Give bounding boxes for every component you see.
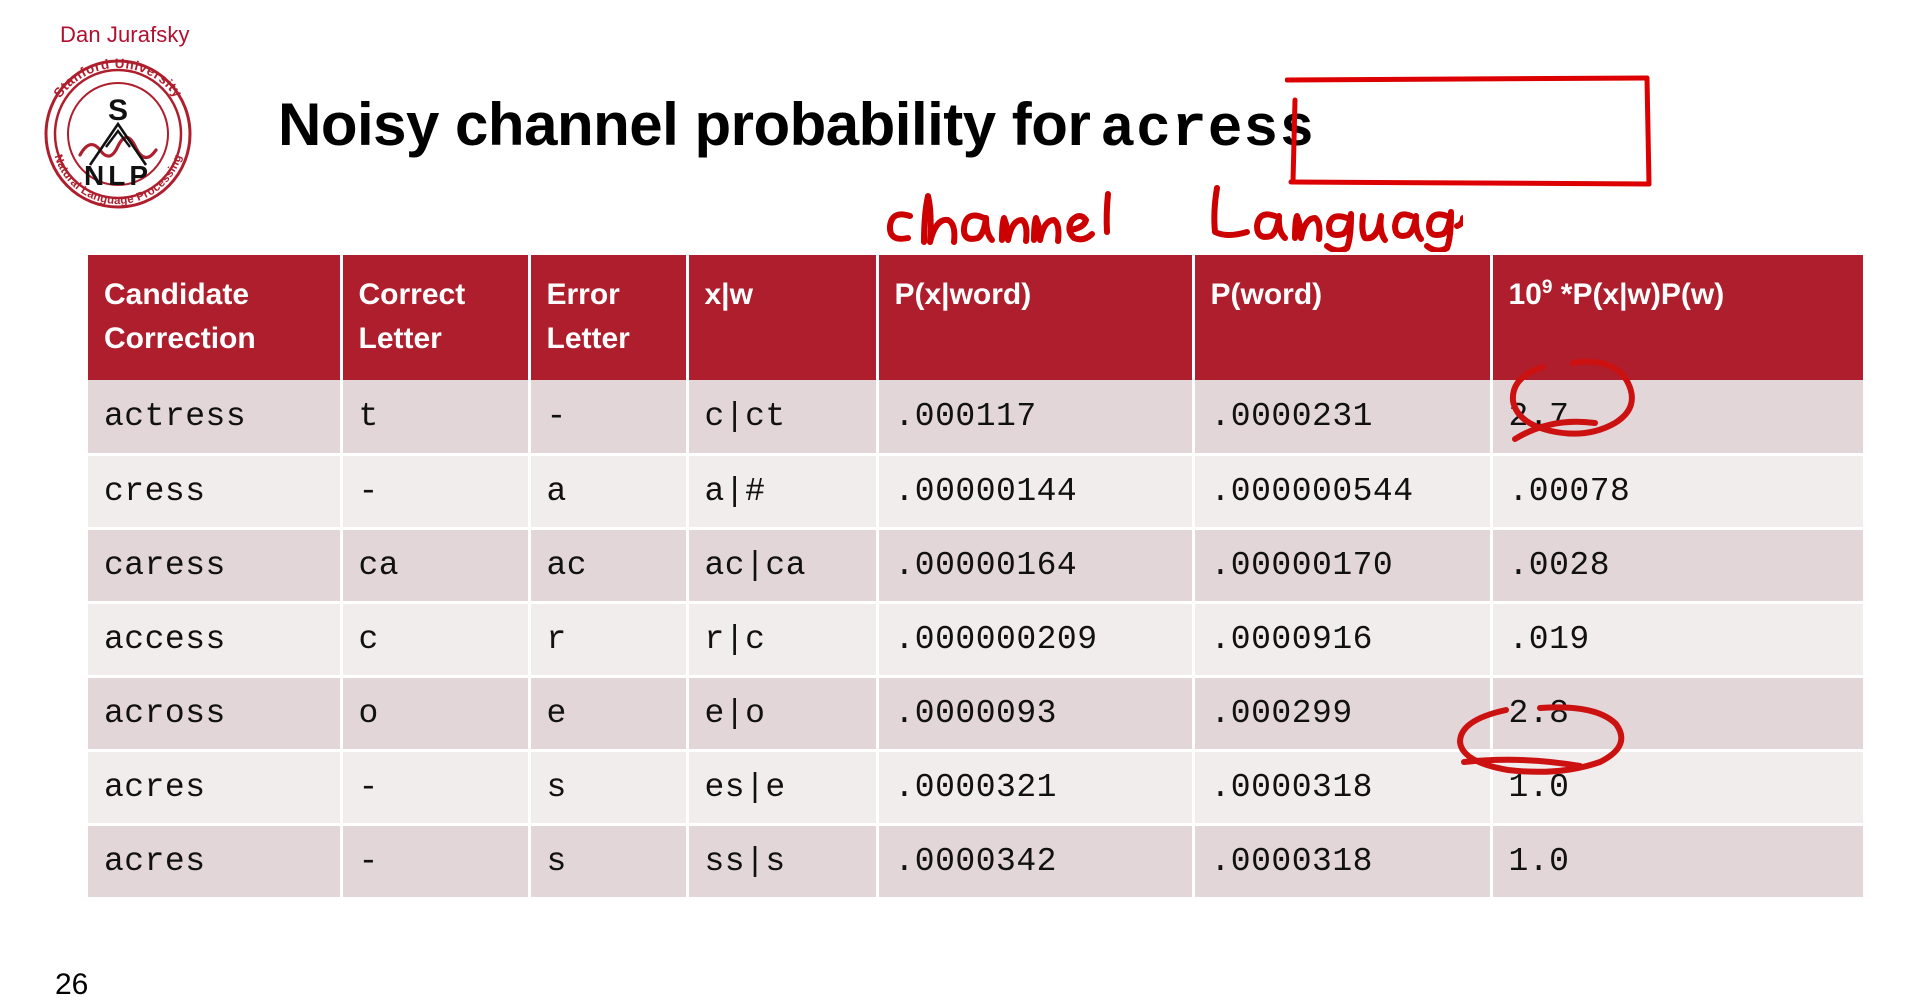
cell-score: .00078 — [1491, 454, 1863, 528]
page-title-prefix: Noisy channel probability for — [278, 91, 1091, 158]
cell-p-word: .000299 — [1193, 676, 1493, 750]
cell-correct-letter: - — [341, 454, 531, 528]
table-row: caress ca ac ac|ca .00000164 .00000170 .… — [88, 528, 1863, 602]
cell-p-word: .0000916 — [1193, 602, 1493, 676]
cell-xw: es|e — [687, 750, 879, 824]
cell-candidate: acres — [88, 750, 343, 824]
column-header-correct-letter: Correct Letter — [341, 255, 531, 380]
acress-box-annotation — [1284, 72, 1653, 188]
cell-correct-letter: t — [341, 380, 531, 454]
cell-xw: a|# — [687, 454, 879, 528]
cell-p-word: .00000170 — [1193, 528, 1493, 602]
cell-error-letter: ac — [529, 528, 689, 602]
cell-score: 1.0 — [1491, 750, 1863, 824]
cell-correct-letter: - — [341, 824, 531, 898]
cell-p-word: .0000318 — [1193, 750, 1493, 824]
header-line-2: Letter — [358, 321, 442, 355]
header-line-2: Letter — [546, 321, 630, 355]
column-header-p-word: P(word) — [1193, 255, 1493, 380]
cell-p-x-word: .00000144 — [877, 454, 1195, 528]
page-title-highlight-word: acress — [1100, 98, 1316, 163]
header-line-1: Correct — [358, 278, 466, 311]
cell-xw: ss|s — [687, 824, 879, 898]
column-header-x-given-w: x|w — [687, 255, 879, 380]
cell-xw: r|c — [687, 602, 879, 676]
cell-score: .0028 — [1491, 528, 1863, 602]
cell-error-letter: s — [529, 750, 689, 824]
cell-error-letter: r — [529, 602, 689, 676]
cell-xw: c|ct — [687, 380, 879, 454]
header-line-1: Candidate — [104, 278, 250, 311]
table-body: actress t - c|ct .000117 .0000231 2.7 cr… — [88, 380, 1863, 898]
cell-score: 2.8 — [1491, 676, 1863, 750]
cell-candidate: actress — [88, 380, 343, 454]
table-row: cress - a a|# .00000144 .000000544 .0007… — [88, 454, 1863, 528]
column-header-error-letter: Error Letter — [529, 255, 689, 380]
cell-xw: e|o — [687, 676, 879, 750]
cell-correct-letter: c — [341, 602, 531, 676]
cell-error-letter: e — [529, 676, 689, 750]
cell-candidate: cress — [88, 454, 343, 528]
cell-score: .019 — [1491, 602, 1863, 676]
cell-p-x-word: .0000342 — [877, 824, 1195, 898]
cell-xw: ac|ca — [687, 528, 879, 602]
header-line-1: P(word) — [1210, 278, 1323, 311]
cell-p-x-word: .0000093 — [877, 676, 1195, 750]
header-line-1: x|w — [704, 278, 753, 311]
cell-error-letter: - — [529, 380, 689, 454]
column-header-candidate-correction: Candidate Correction — [88, 255, 343, 380]
table-row: access c r r|c .000000209 .0000916 .019 — [88, 602, 1863, 676]
cell-candidate: across — [88, 676, 343, 750]
slide-number: 26 — [55, 968, 89, 1000]
cell-error-letter: a — [529, 454, 689, 528]
noisy-channel-table-wrapper: Candidate Correction Correct Letter Erro… — [88, 255, 1863, 900]
cell-correct-letter: ca — [341, 528, 531, 602]
stanford-nlp-logo: Stanford University Natural Language Pro… — [28, 56, 208, 210]
header-line-1: P(x|word) — [894, 278, 1032, 311]
cell-p-x-word: .0000321 — [877, 750, 1195, 824]
cell-p-word: .0000231 — [1193, 380, 1493, 454]
table-row: acres - s ss|s .0000342 .0000318 1.0 — [88, 824, 1863, 898]
author-name: Dan Jurafsky — [60, 22, 190, 47]
cell-p-word: .000000544 — [1193, 454, 1493, 528]
language-annotation — [1205, 182, 1466, 254]
noisy-channel-table: Candidate Correction Correct Letter Erro… — [88, 255, 1863, 900]
header-line-1: Error — [546, 278, 620, 311]
svg-text:NLP: NLP — [84, 160, 152, 191]
cell-p-x-word: .00000164 — [877, 528, 1195, 602]
cell-error-letter: s — [529, 824, 689, 898]
table-row: across o e e|o .0000093 .000299 2.8 — [88, 676, 1863, 750]
cell-score: 2.7 — [1491, 380, 1863, 454]
cell-p-word: .0000318 — [1193, 824, 1493, 898]
header-exponent: 9 — [1541, 277, 1553, 298]
table-row: acres - s es|e .0000321 .0000318 1.0 — [88, 750, 1863, 824]
cell-correct-letter: o — [341, 676, 531, 750]
cell-score: 1.0 — [1491, 824, 1863, 898]
cell-p-x-word: .000117 — [877, 380, 1195, 454]
cell-correct-letter: - — [341, 750, 531, 824]
cell-candidate: caress — [88, 528, 343, 602]
page-title: Noisy channel probability for acress — [278, 95, 1315, 160]
table-row: actress t - c|ct .000117 .0000231 2.7 — [88, 380, 1863, 454]
table-header-row: Candidate Correction Correct Letter Erro… — [88, 255, 1863, 380]
column-header-p-x-given-word: P(x|word) — [877, 255, 1195, 380]
column-header-scaled-product: 109 *P(x|w)P(w) — [1491, 255, 1863, 380]
channel-annotation — [880, 186, 1130, 252]
cell-candidate: acres — [88, 824, 343, 898]
header-line-2: Correction — [104, 321, 256, 355]
header-suffix: *P(x|w)P(w) — [1552, 278, 1725, 311]
table-header: Candidate Correction Correct Letter Erro… — [88, 255, 1863, 380]
cell-p-x-word: .000000209 — [877, 602, 1195, 676]
cell-candidate: access — [88, 602, 343, 676]
header-base: 10 — [1508, 278, 1542, 311]
